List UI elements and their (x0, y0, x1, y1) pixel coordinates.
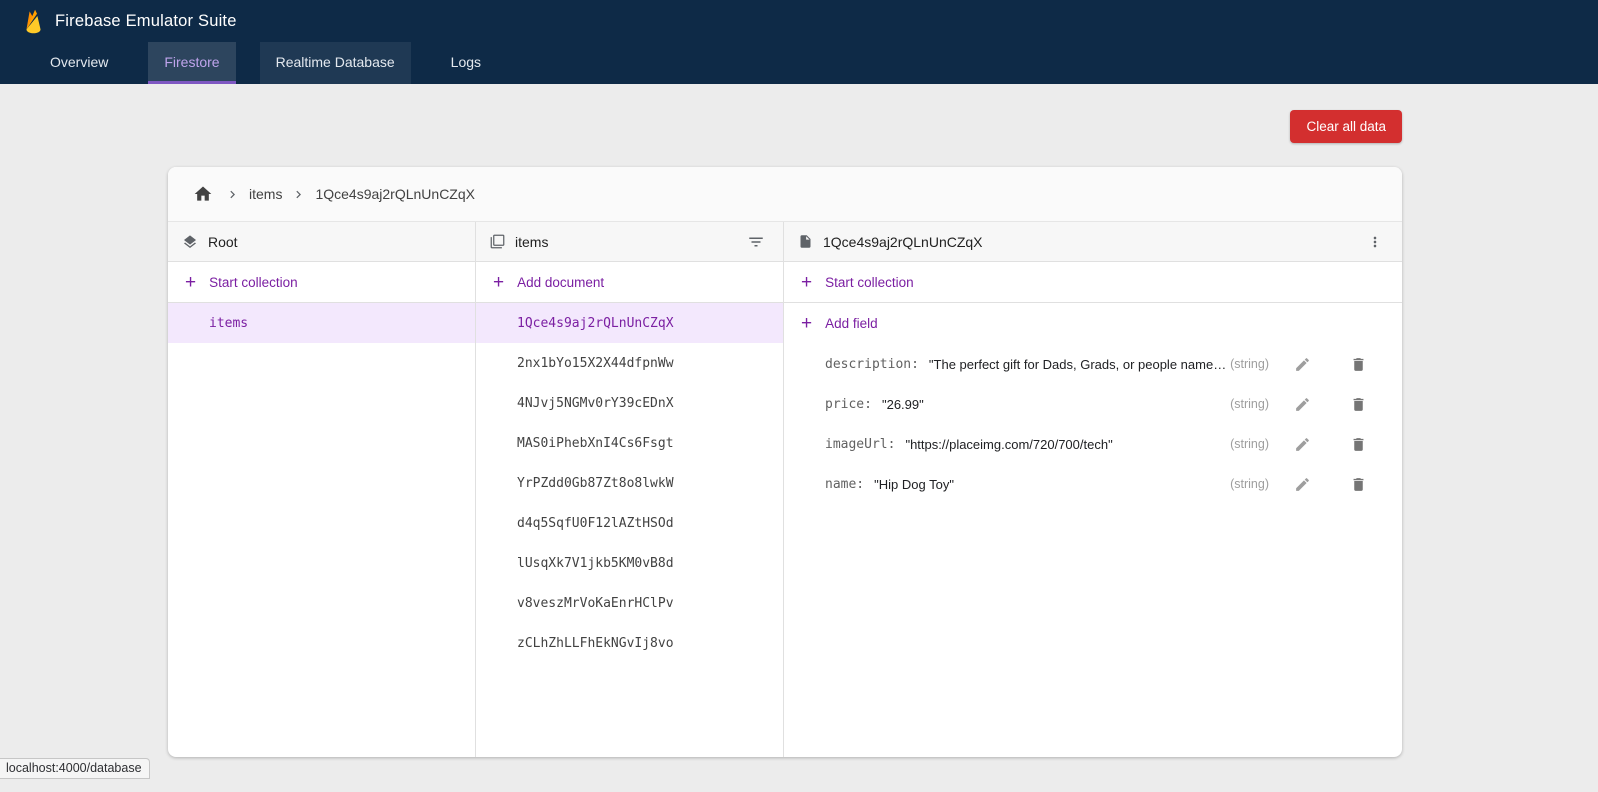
field-value: "https://placeimg.com/720/700/tech" (905, 437, 1112, 452)
field-type: (string) (1230, 477, 1269, 491)
field-row-price: price: "26.99" (string) (784, 384, 1402, 424)
field-name: name: (825, 477, 864, 492)
document-row[interactable]: zCLhZhLLFhEkNGvIj8vo (476, 623, 783, 663)
field-type: (string) (1230, 397, 1269, 411)
document-row[interactable]: YrPZdd0Gb87Zt8o8lwkW (476, 463, 783, 503)
field-row-imageurl: imageUrl: "https://placeimg.com/720/700/… (784, 424, 1402, 464)
edit-icon[interactable] (1289, 431, 1315, 457)
chevron-right-icon (225, 187, 240, 202)
breadcrumb: items 1Qce4s9aj2rQLnUnCZqX (168, 167, 1402, 222)
field-type: (string) (1230, 437, 1269, 451)
collection-icon (490, 234, 505, 249)
plus-icon: + (801, 314, 812, 333)
collection-panel-header: items (476, 222, 783, 262)
document-panel: 1Qce4s9aj2rQLnUnCZqX + Start collection … (784, 222, 1402, 757)
toolbar: Clear all data (0, 84, 1598, 143)
more-vert-icon[interactable] (1362, 229, 1388, 255)
plus-icon: + (185, 273, 196, 292)
home-icon[interactable] (190, 181, 216, 207)
add-document-button[interactable]: + Add document (476, 262, 783, 303)
app-header: Firebase Emulator Suite Overview Firesto… (0, 0, 1598, 84)
tab-overview[interactable]: Overview (34, 42, 124, 84)
field-name: price: (825, 397, 872, 412)
collection-panel-title: items (515, 234, 548, 250)
tab-bar: Overview Firestore Realtime Database Log… (0, 42, 1598, 84)
delete-icon[interactable] (1345, 431, 1371, 457)
root-panel-title: Root (208, 234, 238, 250)
collection-panel: items + Add document 1Qce4s9aj2rQLnUnCZq… (476, 222, 784, 757)
clear-all-data-button[interactable]: Clear all data (1290, 110, 1402, 143)
document-row[interactable]: 2nx1bYo15X2X44dfpnWw (476, 343, 783, 383)
document-panel-title: 1Qce4s9aj2rQLnUnCZqX (823, 234, 983, 250)
app-bar: Firebase Emulator Suite (0, 0, 1598, 42)
delete-icon[interactable] (1345, 471, 1371, 497)
collection-row-items[interactable]: items (168, 303, 475, 343)
edit-icon[interactable] (1289, 391, 1315, 417)
add-field-button[interactable]: + Add field (784, 303, 1402, 344)
edit-icon[interactable] (1289, 471, 1315, 497)
tab-firestore[interactable]: Firestore (148, 42, 235, 84)
doc-start-collection-button[interactable]: + Start collection (784, 262, 1402, 303)
start-collection-button[interactable]: + Start collection (168, 262, 475, 303)
firebase-logo-icon (24, 9, 43, 34)
breadcrumb-collection[interactable]: items (249, 186, 282, 202)
plus-icon: + (801, 273, 812, 292)
document-row[interactable]: 4NJvj5NGMv0rY39cEDnX (476, 383, 783, 423)
panels: Root + Start collection items items + (168, 222, 1402, 757)
delete-icon[interactable] (1345, 391, 1371, 417)
delete-icon[interactable] (1345, 351, 1371, 377)
tab-realtime-database[interactable]: Realtime Database (260, 42, 411, 84)
filter-icon[interactable] (743, 229, 769, 255)
document-icon (798, 234, 813, 249)
field-name: description: (825, 357, 919, 372)
field-value: "Hip Dog Toy" (874, 477, 954, 492)
field-row-description: description: "The perfect gift for Dads,… (784, 344, 1402, 384)
document-row[interactable]: 1Qce4s9aj2rQLnUnCZqX (476, 303, 783, 343)
document-row[interactable]: lUsqXk7V1jkb5KM0vB8d (476, 543, 783, 583)
tab-logs[interactable]: Logs (435, 42, 497, 84)
document-panel-header: 1Qce4s9aj2rQLnUnCZqX (784, 222, 1402, 262)
start-collection-label: Start collection (209, 275, 298, 290)
field-value: "The perfect gift for Dads, Grads, or pe… (929, 357, 1230, 372)
field-type: (string) (1230, 357, 1269, 371)
add-document-label: Add document (517, 275, 604, 290)
plus-icon: + (493, 273, 504, 292)
breadcrumb-document[interactable]: 1Qce4s9aj2rQLnUnCZqX (315, 186, 475, 202)
field-value: "26.99" (882, 397, 924, 412)
add-field-label: Add field (825, 316, 878, 331)
field-name: imageUrl: (825, 437, 895, 452)
root-panel-header: Root (168, 222, 475, 262)
firestore-card: items 1Qce4s9aj2rQLnUnCZqX Root + Start … (168, 167, 1402, 757)
root-icon (182, 234, 198, 250)
app-title: Firebase Emulator Suite (55, 12, 237, 31)
chevron-right-icon (291, 187, 306, 202)
document-row[interactable]: MAS0iPhebXnI4Cs6Fsgt (476, 423, 783, 463)
status-bubble: localhost:4000/database (0, 758, 150, 779)
edit-icon[interactable] (1289, 351, 1315, 377)
field-row-name: name: "Hip Dog Toy" (string) (784, 464, 1402, 504)
root-panel: Root + Start collection items (168, 222, 476, 757)
document-row[interactable]: d4q5SqfU0F12lAZtHSOd (476, 503, 783, 543)
document-row[interactable]: v8veszMrVoKaEnrHClPv (476, 583, 783, 623)
doc-start-collection-label: Start collection (825, 275, 914, 290)
